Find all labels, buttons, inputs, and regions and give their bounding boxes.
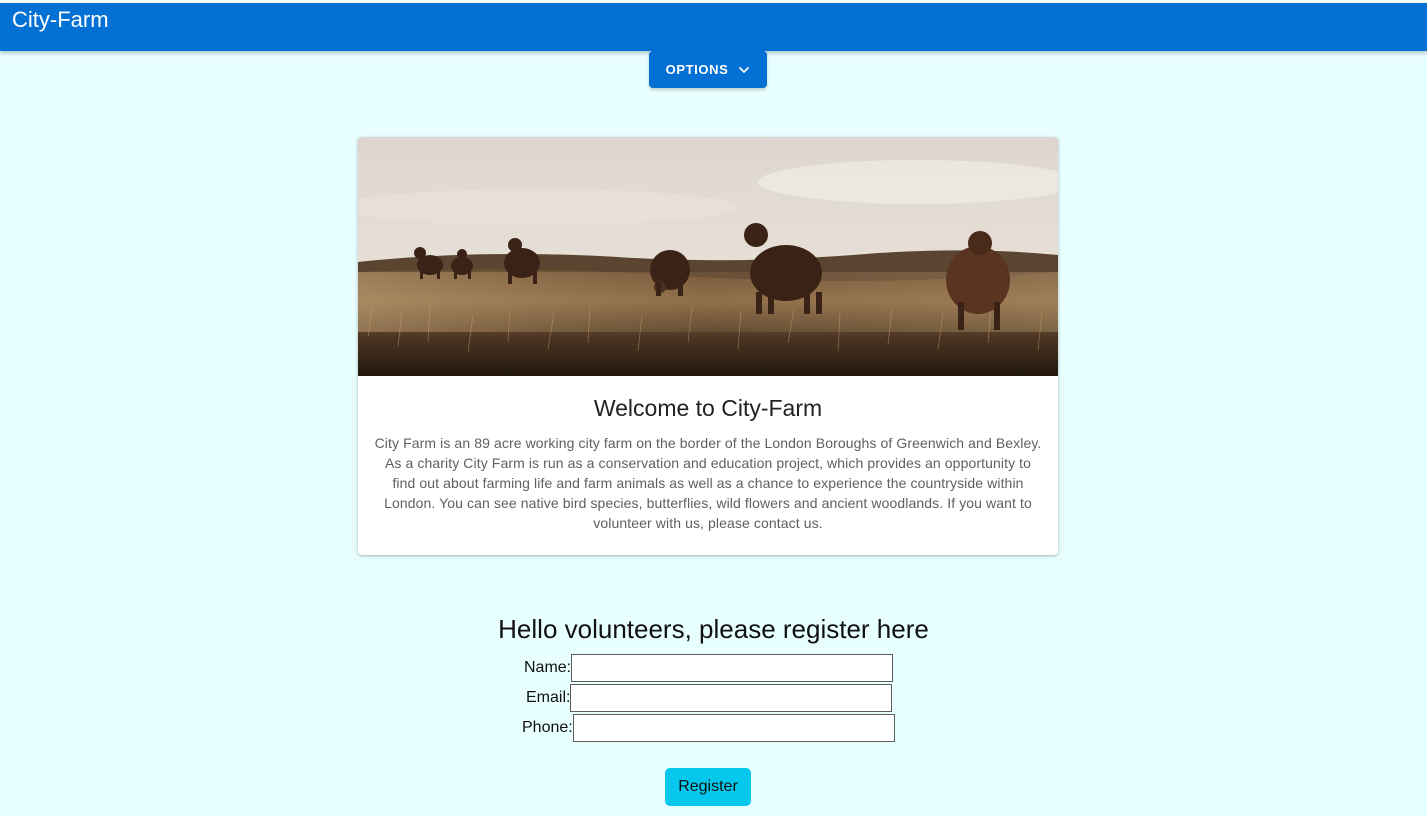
welcome-description: City Farm is an 89 acre working city far…: [374, 435, 1042, 531]
phone-label: Phone:: [522, 719, 573, 736]
phone-field[interactable]: [572, 714, 895, 742]
email-label: Email:: [526, 689, 571, 706]
app-bar: City-Farm: [0, 3, 1427, 51]
name-label: Name:: [524, 659, 572, 676]
phone-row: Phone:: [522, 714, 895, 742]
welcome-card: Welcome to City-Farm City Farm is an 89 …: [358, 137, 1058, 555]
register-button[interactable]: Register: [665, 768, 751, 806]
options-menu-label: OPTIONS: [665, 62, 729, 77]
chevron-down-icon: [739, 66, 750, 73]
email-row: Email:: [526, 684, 893, 712]
name-row: Name:: [524, 654, 894, 682]
welcome-title: Welcome to City-Farm: [593, 395, 823, 421]
name-field[interactable]: [571, 654, 894, 682]
register-heading: Hello volunteers, please register here: [498, 614, 929, 644]
options-menu-button[interactable]: OPTIONS: [649, 51, 767, 88]
app-title: City-Farm: [12, 7, 109, 32]
email-field[interactable]: [570, 684, 893, 712]
farm-cows-image: [358, 137, 1058, 376]
